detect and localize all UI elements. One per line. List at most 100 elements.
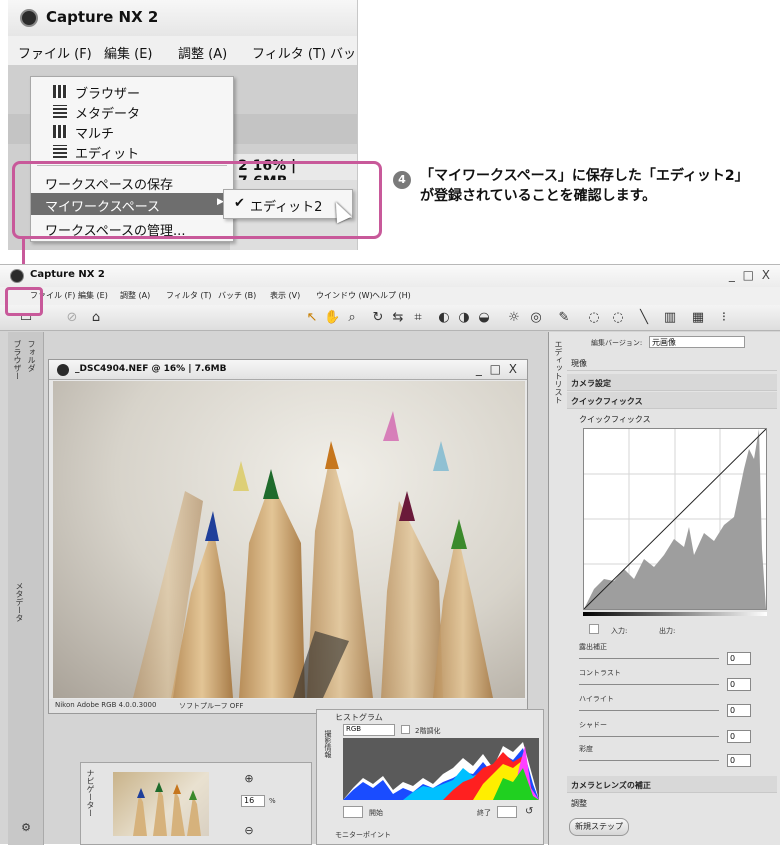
tab-navigator[interactable]: ナビゲーター	[85, 769, 96, 817]
contrast-slider[interactable]	[579, 684, 719, 685]
tab-metadata[interactable]: メタデータ	[14, 582, 25, 622]
curve-graph	[583, 428, 767, 610]
zoom-in-icon[interactable]: ⊕	[241, 771, 257, 787]
histogram-chart	[343, 738, 539, 800]
small: %	[269, 797, 276, 805]
control-point-neutral-icon[interactable]: ◑	[456, 310, 472, 326]
menu-edit[interactable]: 編集 (E)	[78, 290, 108, 301]
saturation-value[interactable]: 0	[727, 754, 751, 767]
brush-icon[interactable]: ╲	[636, 310, 652, 326]
saturation-slider[interactable]	[579, 760, 719, 761]
link-icon[interactable]: ⊘	[64, 310, 80, 326]
window-controls[interactable]: _ □ X	[729, 268, 772, 282]
control-point-white-icon[interactable]: ◒	[476, 310, 492, 326]
highlight-value[interactable]: 0	[727, 704, 751, 717]
nx-logo-icon	[10, 269, 24, 283]
tab-edit-list[interactable]: エディットリスト	[553, 340, 564, 404]
contrast-value[interactable]: 0	[727, 678, 751, 691]
softproof-toggle[interactable]: ソフトプルーフ OFF	[179, 701, 243, 711]
menu-window[interactable]: ウインドウ (W)	[316, 290, 373, 301]
nx-logo-icon	[57, 364, 69, 376]
color-control-point-icon[interactable]: ✎	[556, 310, 572, 326]
span: クイックフィックス	[579, 415, 651, 424]
small: 露出補正	[579, 643, 607, 651]
monitor-point-header[interactable]: モニターポイント	[335, 830, 391, 840]
section-camera-settings[interactable]: カメラ設定	[567, 374, 777, 391]
edit-layout-icon	[53, 145, 67, 158]
gradient-icon[interactable]: ▥	[662, 310, 678, 326]
zoom-tool-icon[interactable]: ⌕	[344, 310, 360, 326]
photo-colored-pencils[interactable]	[53, 381, 525, 698]
menu-help[interactable]: ヘルプ (H)	[372, 290, 411, 301]
levels-curve-chart[interactable]	[583, 428, 767, 610]
menu-item-edit[interactable]: エディット	[31, 141, 233, 163]
menu-item-metadata[interactable]: メタデータ	[31, 101, 233, 123]
selection-icon[interactable]: ⁝	[716, 310, 732, 326]
lasso-icon[interactable]: ◌	[586, 310, 602, 326]
curve-toggle[interactable]	[589, 624, 599, 634]
rotate-icon[interactable]: ↻	[370, 310, 386, 326]
menu-filter[interactable]: フィルタ (T)	[166, 290, 212, 301]
menu-item-browser[interactable]: ブラウザー	[31, 81, 233, 103]
tx: メタデータ	[75, 107, 141, 122]
tx: ブラウザー	[75, 87, 141, 102]
tx: マルチ	[75, 127, 115, 142]
section-develop[interactable]: 現像	[567, 354, 777, 371]
control-point-black-icon[interactable]: ◐	[436, 310, 452, 326]
menu-adjust[interactable]: 調整 (A)	[120, 290, 150, 301]
two-tone-checkbox[interactable]	[401, 725, 410, 734]
shadow-slider[interactable]	[579, 736, 719, 737]
exposure-value[interactable]: 0	[727, 652, 751, 665]
end-field[interactable]	[497, 806, 517, 818]
menu-file[interactable]: ファイル (F)	[18, 43, 92, 62]
gradient-strip	[583, 612, 767, 616]
thumbnail-illustration	[133, 782, 201, 836]
app-title: Capture NX 2	[30, 269, 105, 280]
menu-batch[interactable]: バッチ (B)	[218, 290, 256, 301]
fill-icon[interactable]: ▦	[690, 310, 706, 326]
crop-icon[interactable]: ⌗	[410, 310, 426, 326]
two-tone-label: 2階調化	[415, 727, 441, 735]
capture-nx-window: Capture NX 2 _ □ X ファイル (F) 編集 (E) 調整 (A…	[0, 264, 780, 845]
image-window-controls[interactable]: _ □ X	[476, 362, 519, 376]
zoom-field[interactable]: 16	[241, 795, 265, 807]
color-profile: Nikon Adobe RGB 4.0.0.3000	[55, 701, 157, 709]
menu-view[interactable]: 表示 (V)	[270, 290, 300, 301]
menu-item-multi[interactable]: マルチ	[31, 121, 233, 143]
auto-retouch-icon[interactable]: ◎	[528, 310, 544, 326]
span: 現像	[571, 359, 587, 368]
section-adjust[interactable]: 調整	[567, 794, 777, 811]
print-icon[interactable]: ⌂	[88, 310, 104, 326]
new-step-button[interactable]: 新規ステップ	[569, 818, 629, 836]
menu-adjust[interactable]: 調整 (A)	[178, 43, 227, 62]
select-tool-icon[interactable]: ↖	[304, 310, 320, 326]
histogram-panel: ヒストグラム 撮影情報 RGB 2階調化 開始 終了 ↺ モニターポイント	[316, 709, 544, 845]
hand-tool-icon[interactable]: ✋	[324, 310, 340, 326]
exposure-slider[interactable]	[579, 658, 719, 659]
navigator-thumbnail[interactable]	[113, 772, 209, 836]
tab-folder[interactable]: フォルダ	[26, 340, 37, 372]
callout-text: 「マイワークスペース」に保存した「エディット2」が登録されていることを確認します…	[420, 168, 749, 204]
red-eye-icon[interactable]: ☼	[506, 310, 522, 326]
tab-shooting-info[interactable]: 撮影情報	[323, 730, 333, 758]
histogram-header[interactable]: ヒストグラム	[335, 712, 383, 723]
nx-logo-icon	[20, 9, 38, 27]
straighten-icon[interactable]: ⇆	[390, 310, 406, 326]
reset-icon[interactable]: ↺	[525, 806, 533, 817]
start-field[interactable]	[343, 806, 363, 818]
shadow-value[interactable]: 0	[727, 730, 751, 743]
menu-filter[interactable]: フィルタ (T)	[252, 43, 326, 62]
small: コントラスト	[579, 669, 621, 677]
section-camera-lens[interactable]: カメラとレンズの補正	[567, 776, 777, 793]
menu-batch[interactable]: バッ	[330, 43, 356, 62]
section-quick-fix[interactable]: クイックフィックス	[567, 392, 777, 409]
tab-browser[interactable]: ブラウザー	[12, 340, 23, 380]
highlight-slider[interactable]	[579, 710, 719, 711]
settings-icon[interactable]: ⚙	[18, 820, 34, 836]
main-toolbar: ▭ ⊘ ⌂ ↖ ✋ ⌕ ↻ ⇆ ⌗ ◐ ◑ ◒ ☼ ◎ ✎ ◌ ◌ ╲ ▥ ▦ …	[0, 305, 780, 331]
channel-select[interactable]: RGB	[343, 724, 395, 736]
zoom-out-icon[interactable]: ⊖	[241, 823, 257, 839]
menu-edit[interactable]: 編集 (E)	[104, 43, 153, 62]
version-select[interactable]: 元画像	[649, 336, 745, 348]
marquee-icon[interactable]: ◌	[610, 310, 626, 326]
